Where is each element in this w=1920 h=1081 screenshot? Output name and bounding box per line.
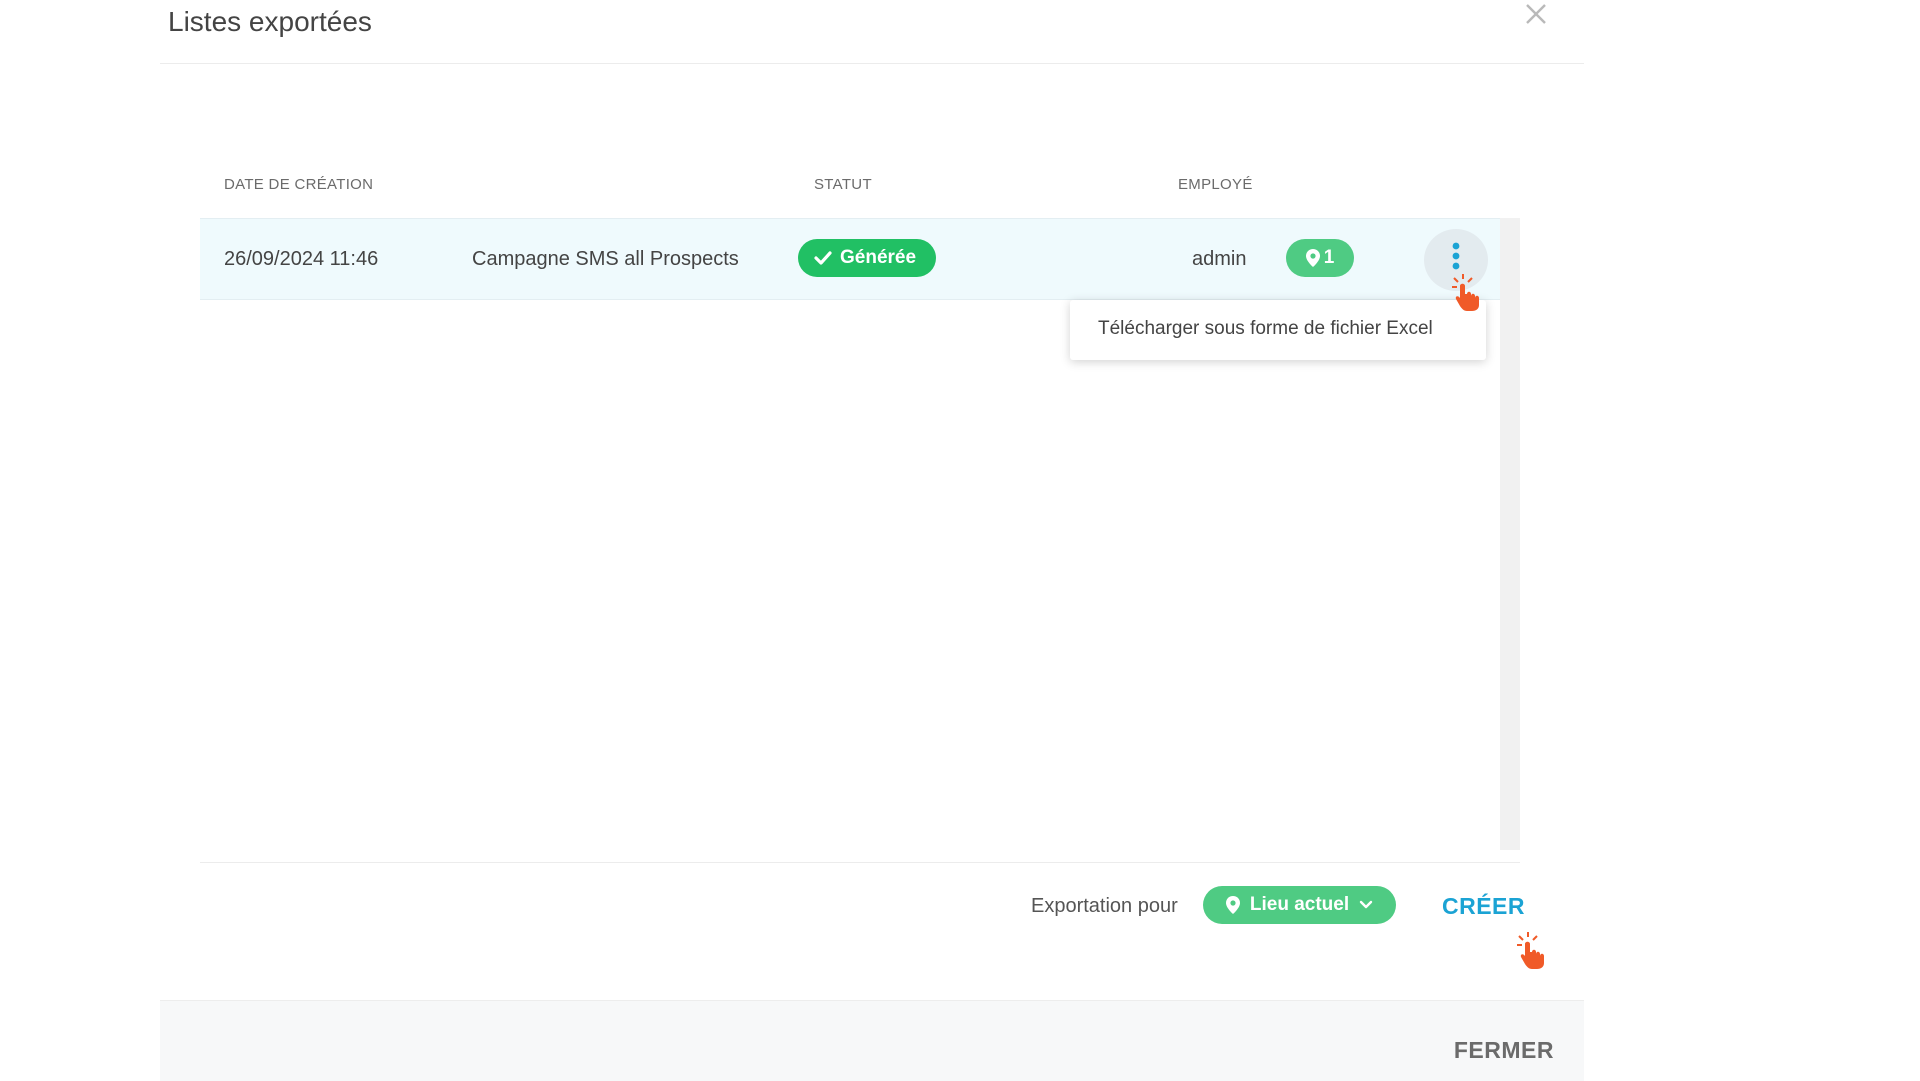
export-for-label: Exportation pour <box>1031 895 1178 917</box>
chevron-down-icon <box>1359 900 1373 909</box>
column-header-date: DATE DE CRÉATION <box>224 176 374 193</box>
map-pin-icon <box>1225 896 1240 914</box>
table-header: DATE DE CRÉATION STATUT EMPLOYÉ <box>200 160 1520 218</box>
status-badge: Générée <box>798 239 937 277</box>
location-count: 1 <box>1323 247 1335 268</box>
export-table: DATE DE CRÉATION STATUT EMPLOYÉ 26/09/20… <box>200 160 1520 850</box>
row-list-name: Campagne SMS all Prospects <box>472 248 739 270</box>
location-count-badge: 1 <box>1286 239 1354 277</box>
map-pin-icon <box>1305 249 1320 267</box>
modal-footer: FERMER <box>160 1000 1584 1081</box>
location-select[interactable]: Lieu actuel <box>1203 886 1396 924</box>
modal-header: Listes exportées <box>160 0 1584 64</box>
row-date: 26/09/2024 11:46 <box>224 248 379 270</box>
hand-pointer-icon <box>1450 272 1484 312</box>
column-header-employee: EMPLOYÉ <box>1178 176 1253 193</box>
close-modal-button[interactable]: FERMER <box>1454 1037 1554 1064</box>
create-button[interactable]: CRÉER <box>1442 893 1525 920</box>
hand-pointer-icon <box>1515 930 1549 970</box>
modal-title: Listes exportées <box>168 6 372 37</box>
location-select-value: Lieu actuel <box>1249 894 1350 915</box>
table-row[interactable]: 26/09/2024 11:46 Campagne SMS all Prospe… <box>200 218 1500 300</box>
menu-item-download-excel[interactable]: Télécharger sous forme de fichier Excel <box>1098 318 1433 340</box>
table-scrollbar[interactable] <box>1500 218 1520 850</box>
divider <box>200 862 1520 863</box>
check-icon <box>814 251 832 265</box>
close-icon <box>1526 4 1546 24</box>
row-actions-menu: Télécharger sous forme de fichier Excel <box>1070 300 1486 360</box>
status-label: Générée <box>840 247 917 268</box>
column-header-status: STATUT <box>814 176 872 193</box>
close-button[interactable] <box>1516 0 1556 36</box>
export-lists-modal: Listes exportées DATE DE CRÉATION STATUT… <box>160 0 1584 1081</box>
row-employee: admin <box>1192 248 1247 270</box>
